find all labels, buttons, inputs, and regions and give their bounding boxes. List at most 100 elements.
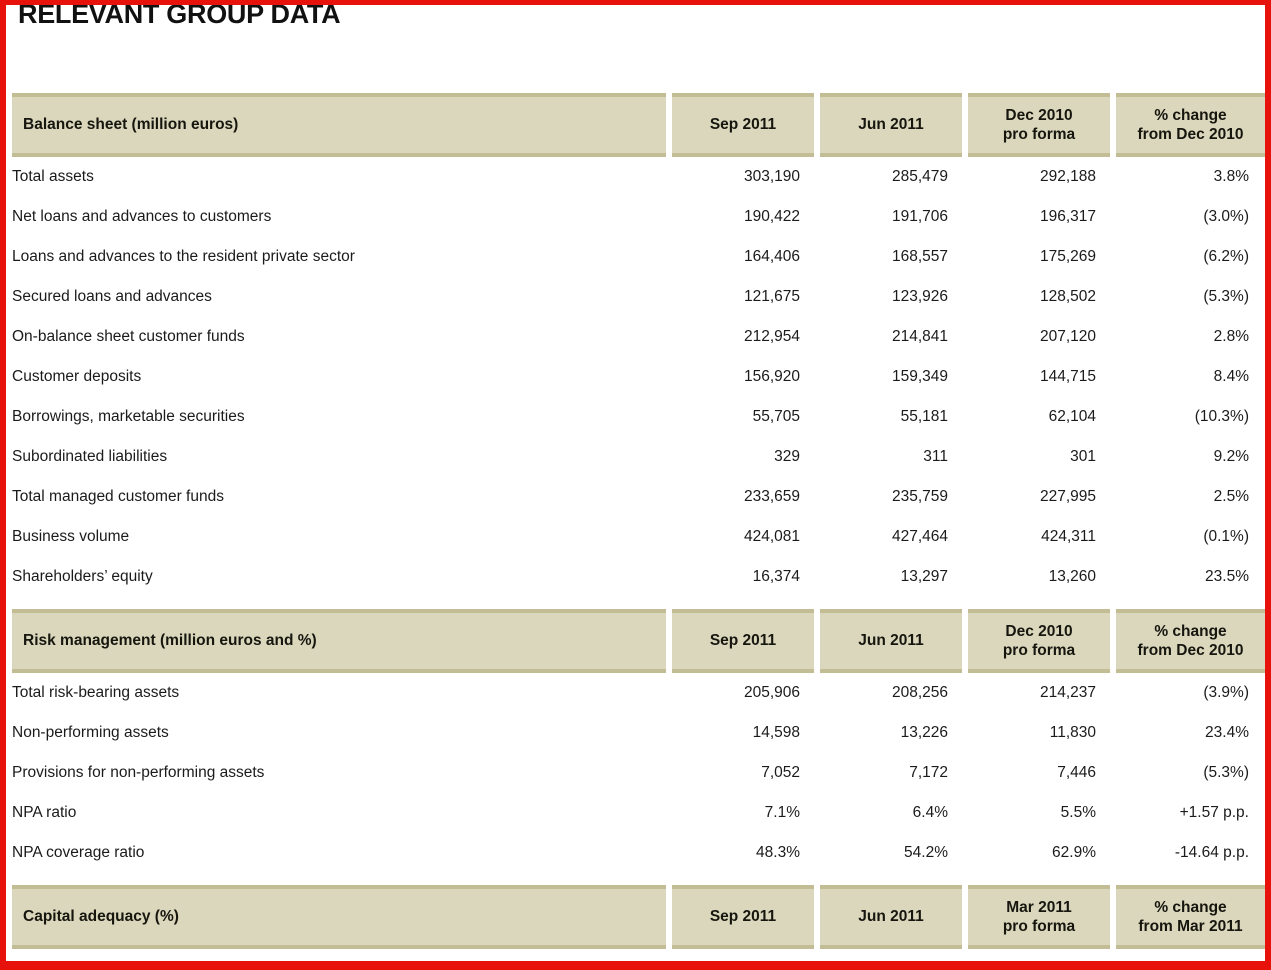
- row-value: 191,706: [817, 197, 965, 237]
- section-title: Balance sheet (million euros): [12, 95, 669, 155]
- row-value: +1.57 p.p.: [1113, 793, 1265, 833]
- row-value: 5.5%: [965, 793, 1113, 833]
- row-value: 7,052: [669, 753, 817, 793]
- column-header: % changefrom Dec 2010: [1113, 611, 1265, 671]
- column-header: % changefrom Dec 2010: [1113, 95, 1265, 155]
- row-label: NPA coverage ratio: [12, 833, 669, 873]
- section-title: Risk management (million euros and %): [12, 611, 669, 671]
- table-row: Total assets303,190285,479292,1883.8%: [12, 155, 1265, 197]
- column-header: Sep 2011: [669, 611, 817, 671]
- row-value: 2.8%: [1113, 317, 1265, 357]
- row-label: On-balance sheet customer funds: [12, 317, 669, 357]
- column-header-line2: pro forma: [968, 125, 1110, 144]
- row-value: 208,256: [817, 671, 965, 713]
- row-value: 23.5%: [1113, 557, 1265, 597]
- row-value: 427,464: [817, 517, 965, 557]
- slide-frame: RELEVANT GROUP DATA Balance sheet (milli…: [0, 0, 1271, 970]
- row-value: 301: [965, 437, 1113, 477]
- row-value: 128,502: [965, 277, 1113, 317]
- column-header-line1: Jun 2011: [858, 908, 924, 925]
- table-row: Shareholders’ equity16,37413,29713,26023…: [12, 557, 1265, 597]
- column-header-line1: % change: [1154, 623, 1226, 640]
- relevant-group-data-table: Balance sheet (million euros)Sep 2011Jun…: [12, 93, 1265, 970]
- page-title: RELEVANT GROUP DATA: [18, 0, 340, 30]
- column-header: % changefrom Mar 2011: [1113, 887, 1265, 947]
- table-row: Non-performing assets14,59813,22611,8302…: [12, 713, 1265, 753]
- section-spacer: [12, 597, 1265, 611]
- column-header-line1: Mar 2011: [1006, 899, 1072, 916]
- row-label: Customer deposits: [12, 357, 669, 397]
- row-value: 16,374: [669, 557, 817, 597]
- financial-table: Balance sheet (million euros)Sep 2011Jun…: [12, 93, 1265, 970]
- row-value: 7.8%: [965, 947, 1113, 970]
- row-value: 7,172: [817, 753, 965, 793]
- row-value: 3.8%: [1113, 155, 1265, 197]
- column-header-line2: from Dec 2010: [1116, 125, 1265, 144]
- row-value: 121,675: [669, 277, 817, 317]
- row-value: 62.9%: [965, 833, 1113, 873]
- row-label: Non-performing assets: [12, 713, 669, 753]
- row-value: 168,557: [817, 237, 965, 277]
- row-value: 144,715: [965, 357, 1113, 397]
- row-label: NPA ratio: [12, 793, 669, 833]
- row-value: 207,120: [965, 317, 1113, 357]
- row-value: 9.8%: [669, 947, 817, 970]
- table-row: Borrowings, marketable securities55,7055…: [12, 397, 1265, 437]
- table-row: Loans and advances to the resident priva…: [12, 237, 1265, 277]
- row-label: Provisions for non-performing assets: [12, 753, 669, 793]
- row-value: 212,954: [669, 317, 817, 357]
- row-label: Subordinated liabilities: [12, 437, 669, 477]
- row-label: Secured loans and advances: [12, 277, 669, 317]
- column-header-line2: from Dec 2010: [1116, 641, 1265, 660]
- row-value: 55,705: [669, 397, 817, 437]
- table-row: Net loans and advances to customers190,4…: [12, 197, 1265, 237]
- row-label: Loans and advances to the resident priva…: [12, 237, 669, 277]
- column-header: Sep 2011: [669, 95, 817, 155]
- row-value: 54.2%: [817, 833, 965, 873]
- row-label: Core capital: [12, 947, 669, 970]
- column-header: Jun 2011: [817, 887, 965, 947]
- column-header: Jun 2011: [817, 611, 965, 671]
- row-value: 159,349: [817, 357, 965, 397]
- column-header-line1: Sep 2011: [710, 116, 776, 133]
- row-value: 23.4%: [1113, 713, 1265, 753]
- row-value: (3.0%): [1113, 197, 1265, 237]
- row-value: 156,920: [669, 357, 817, 397]
- row-label: Borrowings, marketable securities: [12, 397, 669, 437]
- column-header-line2: pro forma: [968, 917, 1110, 936]
- table-row: Business volume424,081427,464424,311(0.1…: [12, 517, 1265, 557]
- column-header-line2: pro forma: [968, 641, 1110, 660]
- row-value: 329: [669, 437, 817, 477]
- row-value: (6.2%): [1113, 237, 1265, 277]
- column-header: Sep 2011: [669, 887, 817, 947]
- row-value: 8.4%: [1113, 357, 1265, 397]
- row-value: 2.5%: [1113, 477, 1265, 517]
- column-header-line1: % change: [1154, 899, 1226, 916]
- row-value: 233,659: [669, 477, 817, 517]
- table-row: Provisions for non-performing assets7,05…: [12, 753, 1265, 793]
- row-value: 196,317: [965, 197, 1113, 237]
- row-value: 48.3%: [669, 833, 817, 873]
- column-header-line1: Sep 2011: [710, 908, 776, 925]
- table-row: NPA coverage ratio48.3%54.2%62.9%-14.64 …: [12, 833, 1265, 873]
- row-value: +2.0 p.p.: [1113, 947, 1265, 970]
- row-value: 9.7%: [817, 947, 965, 970]
- spacer-cell: [12, 597, 1265, 611]
- spacer-cell: [12, 873, 1265, 887]
- row-value: 292,188: [965, 155, 1113, 197]
- row-value: 214,841: [817, 317, 965, 357]
- column-header-line1: Dec 2010: [1005, 623, 1072, 640]
- row-value: 164,406: [669, 237, 817, 277]
- section-title: Capital adequacy (%): [12, 887, 669, 947]
- row-value: 13,297: [817, 557, 965, 597]
- row-value: 123,926: [817, 277, 965, 317]
- row-label: Shareholders’ equity: [12, 557, 669, 597]
- row-label: Total managed customer funds: [12, 477, 669, 517]
- table-row: On-balance sheet customer funds212,95421…: [12, 317, 1265, 357]
- column-header-line2: from Mar 2011: [1116, 917, 1265, 936]
- row-value: (5.3%): [1113, 753, 1265, 793]
- row-value: 227,995: [965, 477, 1113, 517]
- row-label: Business volume: [12, 517, 669, 557]
- row-value: 424,081: [669, 517, 817, 557]
- section-header-row: Balance sheet (million euros)Sep 2011Jun…: [12, 95, 1265, 155]
